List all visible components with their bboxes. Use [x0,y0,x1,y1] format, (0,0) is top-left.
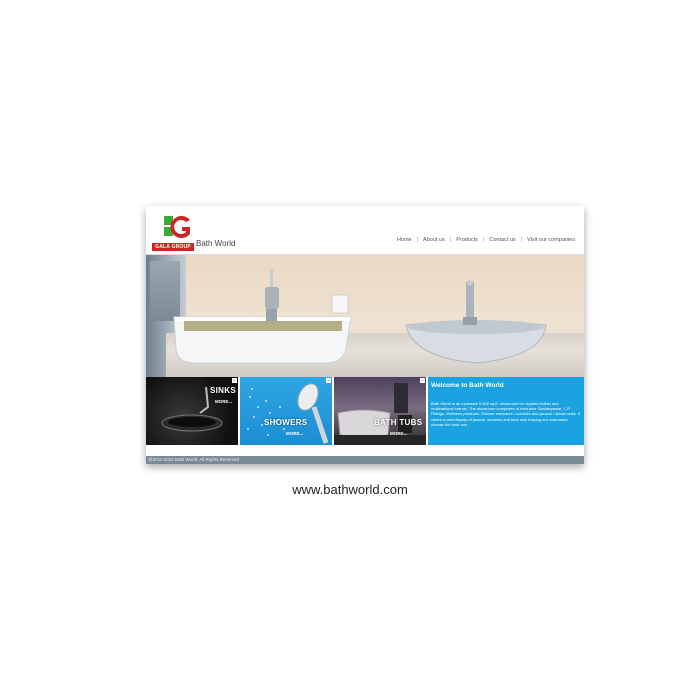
tile-bath-tubs[interactable]: + BATH TUBS MORE... [334,377,426,445]
welcome-title: Welcome to Bath World [431,382,504,389]
nav-visit-companies[interactable]: Visit our companies [522,237,580,243]
more-link[interactable]: MORE... [215,399,232,404]
tile-showers[interactable]: + SHOWERS MORE... [240,377,332,445]
washbasin-illustrations [173,269,547,364]
site-footer: @2011-2012 Bath World. All Rights Reserv… [146,456,584,464]
website-url-caption[interactable]: www.bathworld.com [0,482,700,497]
expand-icon: + [232,378,237,383]
tile-label: SINKS [210,386,236,395]
logo-text: GALA GROUP [152,243,194,251]
category-tiles: + SINKS MORE... + SHOWERS MORE... + BATH… [146,377,584,445]
welcome-panel: Welcome to Bath World Bath World is an e… [428,377,584,445]
bath-tub-image [334,383,426,445]
site-header: GALA GROUP Bath World Home | About us | … [146,206,584,255]
nav-about-us[interactable]: About us [418,237,450,243]
website-screenshot: GALA GROUP Bath World Home | About us | … [146,206,584,464]
nav-home[interactable]: Home [392,237,417,243]
welcome-text: Bath World is an exclusive 5,000 sq.ft. … [431,401,581,427]
gala-group-logo[interactable]: GALA GROUP [150,212,194,251]
nav-products[interactable]: Products [451,237,483,243]
logo-g-icon [164,216,190,238]
more-link[interactable]: MORE... [286,431,303,436]
top-nav: Home | About us | Products | Contact us … [392,237,580,243]
nav-contact-us[interactable]: Contact us [484,237,520,243]
hero-banner-image [146,255,584,377]
tile-label: BATH TUBS [374,418,423,427]
more-link[interactable]: MORE... [390,431,407,436]
tile-label: SHOWERS [264,418,308,427]
tile-sinks[interactable]: + SINKS MORE... [146,377,238,445]
brand-name: Bath World [196,239,236,248]
expand-icon: + [326,378,331,383]
expand-icon: + [420,378,425,383]
